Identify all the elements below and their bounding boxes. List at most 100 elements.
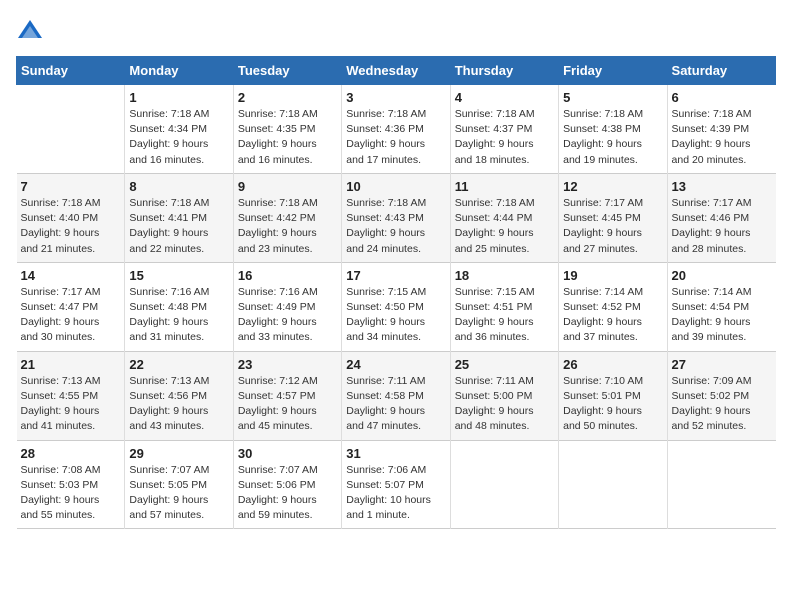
day-info: Sunrise: 7:17 AMSunset: 4:45 PMDaylight:… xyxy=(563,196,662,257)
calendar-cell: 11 Sunrise: 7:18 AMSunset: 4:44 PMDayligh… xyxy=(450,173,558,262)
calendar-cell: 20 Sunrise: 7:14 AMSunset: 4:54 PMDayligh… xyxy=(667,262,775,351)
day-number: 15 xyxy=(129,268,228,283)
day-info: Sunrise: 7:18 AMSunset: 4:42 PMDaylight:… xyxy=(238,196,337,257)
col-header-tuesday: Tuesday xyxy=(233,57,341,85)
calendar-cell: 8 Sunrise: 7:18 AMSunset: 4:41 PMDaylight… xyxy=(125,173,233,262)
day-number: 2 xyxy=(238,90,337,105)
calendar-cell: 28 Sunrise: 7:08 AMSunset: 5:03 PMDayligh… xyxy=(17,440,125,529)
day-number: 5 xyxy=(563,90,662,105)
col-header-wednesday: Wednesday xyxy=(342,57,450,85)
day-info: Sunrise: 7:13 AMSunset: 4:56 PMDaylight:… xyxy=(129,374,228,435)
day-info: Sunrise: 7:16 AMSunset: 4:49 PMDaylight:… xyxy=(238,285,337,346)
day-info: Sunrise: 7:18 AMSunset: 4:40 PMDaylight:… xyxy=(21,196,121,257)
day-number: 8 xyxy=(129,179,228,194)
day-info: Sunrise: 7:11 AMSunset: 5:00 PMDaylight:… xyxy=(455,374,554,435)
day-number: 17 xyxy=(346,268,445,283)
calendar-cell: 23 Sunrise: 7:12 AMSunset: 4:57 PMDayligh… xyxy=(233,351,341,440)
day-number: 28 xyxy=(21,446,121,461)
calendar-cell xyxy=(667,440,775,529)
calendar-cell: 27Sunrise: 7:09 AMSunset: 5:02 PMDayligh… xyxy=(667,351,775,440)
calendar-cell: 4Sunrise: 7:18 AMSunset: 4:37 PMDaylight… xyxy=(450,85,558,174)
calendar-cell: 16 Sunrise: 7:16 AMSunset: 4:49 PMDayligh… xyxy=(233,262,341,351)
day-info: Sunrise: 7:07 AMSunset: 5:06 PMDaylight:… xyxy=(238,463,337,524)
calendar-cell: 5 Sunrise: 7:18 AMSunset: 4:38 PMDaylight… xyxy=(559,85,667,174)
logo-icon xyxy=(16,16,44,44)
day-number: 29 xyxy=(129,446,228,461)
calendar-cell: 29 Sunrise: 7:07 AMSunset: 5:05 PMDayligh… xyxy=(125,440,233,529)
calendar-cell xyxy=(450,440,558,529)
day-number: 14 xyxy=(21,268,121,283)
day-number: 20 xyxy=(672,268,772,283)
calendar-row: 14 Sunrise: 7:17 AMSunset: 4:47 PMDayligh… xyxy=(17,262,776,351)
calendar-cell: 7Sunrise: 7:18 AMSunset: 4:40 PMDaylight… xyxy=(17,173,125,262)
day-number: 16 xyxy=(238,268,337,283)
day-info: Sunrise: 7:18 AMSunset: 4:36 PMDaylight:… xyxy=(346,107,445,168)
day-info: Sunrise: 7:10 AMSunset: 5:01 PMDaylight:… xyxy=(563,374,662,435)
day-info: Sunrise: 7:14 AMSunset: 4:52 PMDaylight:… xyxy=(563,285,662,346)
day-info: Sunrise: 7:18 AMSunset: 4:44 PMDaylight:… xyxy=(455,196,554,257)
day-info: Sunrise: 7:17 AMSunset: 4:47 PMDaylight:… xyxy=(21,285,121,346)
day-number: 10 xyxy=(346,179,445,194)
calendar-cell: 26 Sunrise: 7:10 AMSunset: 5:01 PMDayligh… xyxy=(559,351,667,440)
col-header-thursday: Thursday xyxy=(450,57,558,85)
day-info: Sunrise: 7:14 AMSunset: 4:54 PMDaylight:… xyxy=(672,285,772,346)
day-number: 26 xyxy=(563,357,662,372)
day-number: 4 xyxy=(455,90,554,105)
day-info: Sunrise: 7:15 AMSunset: 4:50 PMDaylight:… xyxy=(346,285,445,346)
day-number: 31 xyxy=(346,446,445,461)
day-number: 22 xyxy=(129,357,228,372)
col-header-friday: Friday xyxy=(559,57,667,85)
col-header-sunday: Sunday xyxy=(17,57,125,85)
calendar-cell: 2Sunrise: 7:18 AMSunset: 4:35 PMDaylight… xyxy=(233,85,341,174)
calendar-cell: 13Sunrise: 7:17 AMSunset: 4:46 PMDayligh… xyxy=(667,173,775,262)
logo xyxy=(16,16,48,44)
day-number: 18 xyxy=(455,268,554,283)
calendar-cell: 14 Sunrise: 7:17 AMSunset: 4:47 PMDayligh… xyxy=(17,262,125,351)
calendar-cell: 9Sunrise: 7:18 AMSunset: 4:42 PMDaylight… xyxy=(233,173,341,262)
day-number: 19 xyxy=(563,268,662,283)
col-header-monday: Monday xyxy=(125,57,233,85)
day-info: Sunrise: 7:18 AMSunset: 4:38 PMDaylight:… xyxy=(563,107,662,168)
day-info: Sunrise: 7:18 AMSunset: 4:41 PMDaylight:… xyxy=(129,196,228,257)
calendar-cell xyxy=(17,85,125,174)
calendar-cell: 19 Sunrise: 7:14 AMSunset: 4:52 PMDayligh… xyxy=(559,262,667,351)
day-number: 13 xyxy=(672,179,772,194)
day-number: 23 xyxy=(238,357,337,372)
calendar-cell: 25 Sunrise: 7:11 AMSunset: 5:00 PMDayligh… xyxy=(450,351,558,440)
day-info: Sunrise: 7:07 AMSunset: 5:05 PMDaylight:… xyxy=(129,463,228,524)
day-info: Sunrise: 7:18 AMSunset: 4:34 PMDaylight:… xyxy=(129,107,228,168)
calendar-cell: 15 Sunrise: 7:16 AMSunset: 4:48 PMDayligh… xyxy=(125,262,233,351)
day-number: 11 xyxy=(455,179,554,194)
calendar-header-row: SundayMondayTuesdayWednesdayThursdayFrid… xyxy=(17,57,776,85)
day-number: 3 xyxy=(346,90,445,105)
calendar-cell: 18 Sunrise: 7:15 AMSunset: 4:51 PMDayligh… xyxy=(450,262,558,351)
day-number: 25 xyxy=(455,357,554,372)
calendar-cell: 21Sunrise: 7:13 AMSunset: 4:55 PMDayligh… xyxy=(17,351,125,440)
day-info: Sunrise: 7:11 AMSunset: 4:58 PMDaylight:… xyxy=(346,374,445,435)
day-info: Sunrise: 7:15 AMSunset: 4:51 PMDaylight:… xyxy=(455,285,554,346)
day-number: 1 xyxy=(129,90,228,105)
day-number: 27 xyxy=(672,357,772,372)
page-header xyxy=(16,16,776,44)
day-info: Sunrise: 7:06 AMSunset: 5:07 PMDaylight:… xyxy=(346,463,445,524)
day-info: Sunrise: 7:08 AMSunset: 5:03 PMDaylight:… xyxy=(21,463,121,524)
day-number: 21 xyxy=(21,357,121,372)
calendar-row: 21Sunrise: 7:13 AMSunset: 4:55 PMDayligh… xyxy=(17,351,776,440)
calendar-cell: 12 Sunrise: 7:17 AMSunset: 4:45 PMDayligh… xyxy=(559,173,667,262)
calendar-cell xyxy=(559,440,667,529)
calendar-cell: 24Sunrise: 7:11 AMSunset: 4:58 PMDayligh… xyxy=(342,351,450,440)
day-info: Sunrise: 7:18 AMSunset: 4:43 PMDaylight:… xyxy=(346,196,445,257)
calendar-row: 1 Sunrise: 7:18 AMSunset: 4:34 PMDaylight… xyxy=(17,85,776,174)
day-number: 6 xyxy=(672,90,772,105)
calendar-row: 7Sunrise: 7:18 AMSunset: 4:40 PMDaylight… xyxy=(17,173,776,262)
day-info: Sunrise: 7:12 AMSunset: 4:57 PMDaylight:… xyxy=(238,374,337,435)
day-info: Sunrise: 7:16 AMSunset: 4:48 PMDaylight:… xyxy=(129,285,228,346)
calendar-cell: 10 Sunrise: 7:18 AMSunset: 4:43 PMDayligh… xyxy=(342,173,450,262)
day-number: 30 xyxy=(238,446,337,461)
calendar-cell: 3 Sunrise: 7:18 AMSunset: 4:36 PMDaylight… xyxy=(342,85,450,174)
calendar-cell: 6Sunrise: 7:18 AMSunset: 4:39 PMDaylight… xyxy=(667,85,775,174)
day-number: 12 xyxy=(563,179,662,194)
calendar-cell: 22 Sunrise: 7:13 AMSunset: 4:56 PMDayligh… xyxy=(125,351,233,440)
calendar-table: SundayMondayTuesdayWednesdayThursdayFrid… xyxy=(16,56,776,529)
col-header-saturday: Saturday xyxy=(667,57,775,85)
